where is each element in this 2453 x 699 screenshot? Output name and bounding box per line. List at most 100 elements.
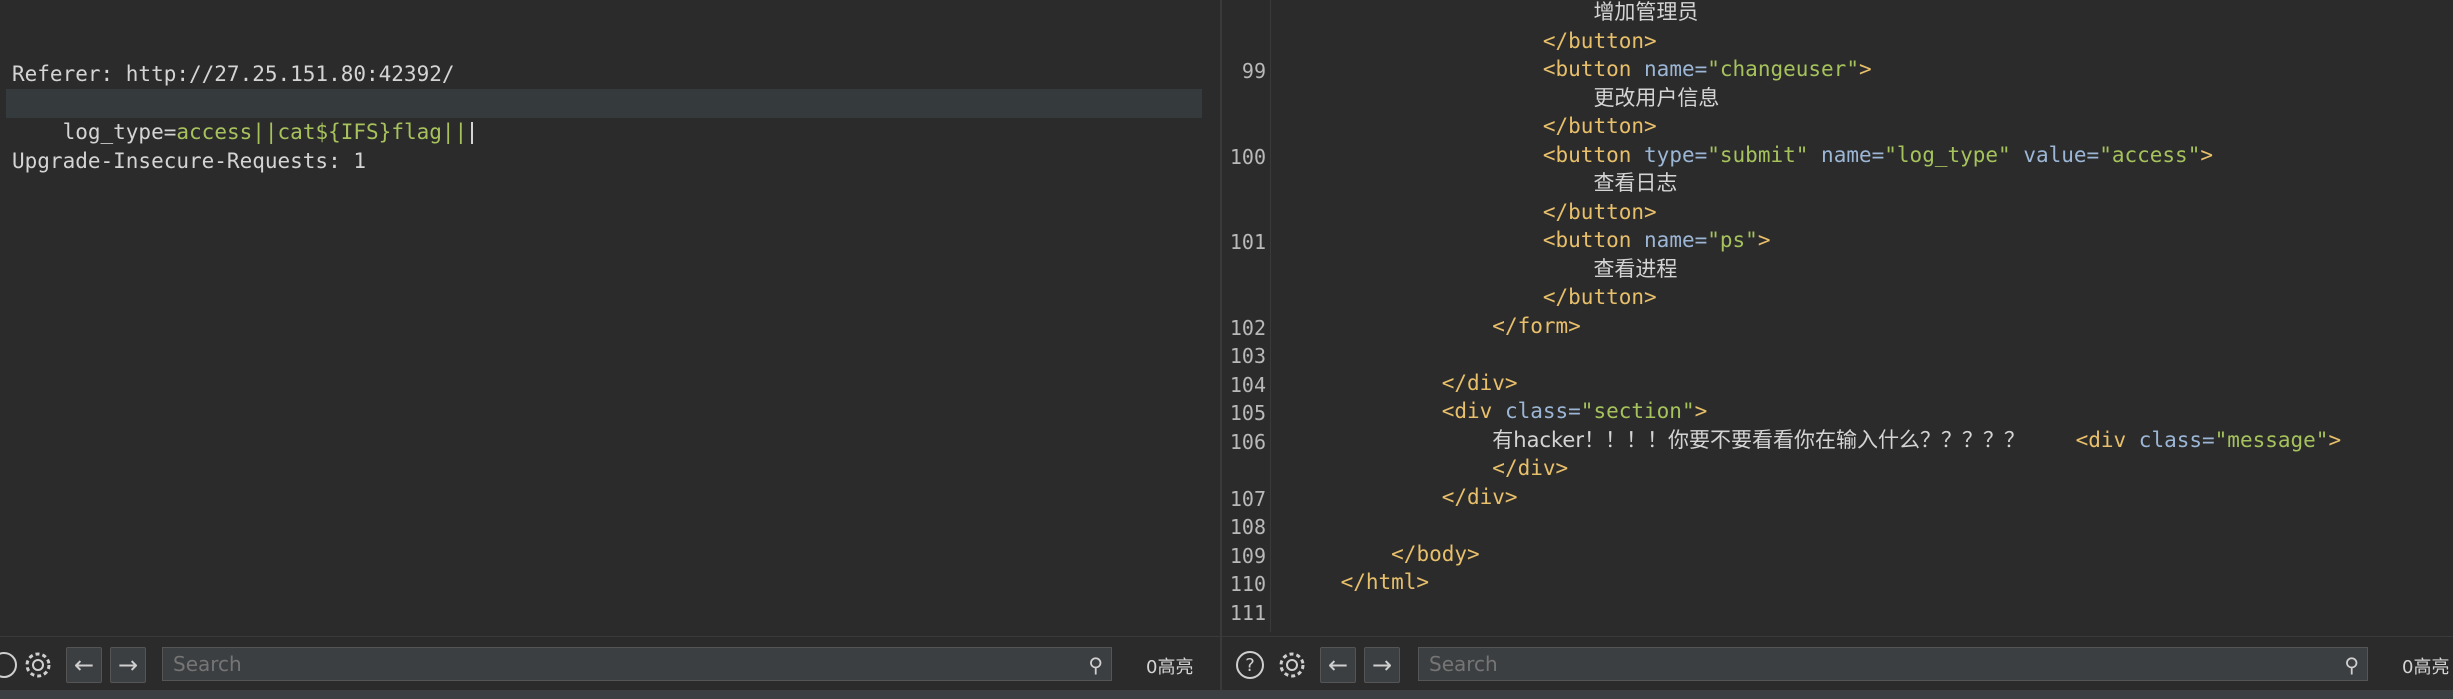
search-icon[interactable]: ⚲ bbox=[2344, 653, 2359, 677]
arrow-right-icon[interactable]: → bbox=[110, 647, 146, 683]
code-line[interactable]: <div class="section"> bbox=[1290, 397, 1708, 426]
code-line[interactable]: </div> bbox=[1290, 483, 1518, 512]
code-token: </button> bbox=[1542, 285, 1657, 309]
search-input[interactable] bbox=[1419, 648, 2367, 680]
search-icon[interactable]: ⚲ bbox=[1088, 653, 1103, 677]
code-line[interactable]: 更改用户信息 bbox=[1290, 84, 1719, 113]
arrow-left-icon[interactable]: ← bbox=[1320, 647, 1356, 683]
code-line[interactable]: </button> bbox=[1290, 27, 1657, 56]
request-line[interactable]: Upgrade-Insecure-Requests: 1 bbox=[12, 147, 455, 176]
code-line[interactable]: </button> bbox=[1290, 198, 1657, 227]
arrow-left-icon[interactable]: ← bbox=[66, 647, 102, 683]
code-token: "message" bbox=[2214, 427, 2329, 452]
code-token: class= bbox=[1504, 399, 1581, 423]
line-number: 104 bbox=[1229, 372, 1266, 397]
line-number: 111 bbox=[1229, 600, 1266, 625]
text-caret bbox=[471, 122, 474, 144]
request-line[interactable]: Referer: http://27.25.151.80:42392/ bbox=[12, 60, 455, 89]
search-field[interactable]: ⚲ bbox=[1418, 647, 2368, 681]
code-token: "submit" bbox=[1707, 142, 1822, 167]
request-headers[interactable]: Referer: http://27.25.151.80:42392/ Upgr… bbox=[12, 2, 455, 321]
highlight-count: 0高亮 bbox=[2402, 657, 2450, 678]
code-line[interactable]: <button type="submit" name="log_type" va… bbox=[1290, 141, 2213, 170]
code-line[interactable]: 查看进程 bbox=[1290, 255, 1677, 284]
line-number: 105 bbox=[1229, 401, 1266, 425]
line-number: 106 bbox=[1229, 429, 1266, 454]
line-number: 103 bbox=[1229, 344, 1266, 368]
code-line[interactable]: </html> bbox=[1290, 568, 1430, 597]
code-token: 查看进程 bbox=[1593, 256, 1678, 281]
request-pane: Referer: http://27.25.151.80:42392/ Upgr… bbox=[0, 0, 1222, 699]
request-toolbar: ← → ⚲ 0高亮 bbox=[0, 636, 1220, 691]
line-number: 102 bbox=[1229, 315, 1266, 340]
code-token: name= bbox=[1821, 142, 1885, 167]
response-toolbar: ? ← → ⚲ 0高亮 bbox=[1222, 636, 2453, 691]
line-number: 101 bbox=[1229, 230, 1266, 254]
request-line[interactable] bbox=[12, 234, 455, 263]
code-line[interactable]: </div> bbox=[1290, 454, 1568, 483]
code-token: > bbox=[1694, 399, 1708, 423]
code-token: type= bbox=[1644, 142, 1708, 167]
code-token: name= bbox=[1644, 228, 1708, 252]
code-token: <button bbox=[1542, 228, 1645, 252]
code-token: "access" bbox=[2099, 142, 2201, 167]
code-token: </html> bbox=[1340, 570, 1430, 594]
code-line[interactable]: </div> bbox=[1290, 369, 1518, 398]
code-line[interactable]: 查看日志 bbox=[1290, 169, 1677, 198]
code-line[interactable]: </form> bbox=[1290, 312, 1581, 341]
code-token: > bbox=[1858, 57, 1872, 81]
code-token: name= bbox=[1644, 57, 1708, 81]
param-value: access||cat${IFS}flag|| bbox=[176, 120, 468, 144]
code-line[interactable]: <button name="changeuser"> bbox=[1290, 55, 1872, 84]
code-token: "log_type" bbox=[1884, 142, 2024, 167]
code-token: > bbox=[1757, 228, 1771, 252]
code-token: 更改用户信息 bbox=[1593, 85, 1720, 110]
param-equals: = bbox=[163, 120, 177, 144]
line-number: 100 bbox=[1229, 144, 1266, 169]
code-token: <div bbox=[2075, 427, 2139, 452]
line-number: 99 bbox=[1241, 59, 1266, 83]
code-line[interactable]: </body> bbox=[1290, 540, 1480, 569]
code-line[interactable]: <button name="ps"> bbox=[1290, 226, 1771, 255]
search-input[interactable] bbox=[163, 648, 1111, 680]
gear-icon[interactable] bbox=[1274, 647, 1310, 683]
code-token: > bbox=[2200, 142, 2214, 167]
response-pane: 增加管理员 </button> 99 <button name="changeus… bbox=[1222, 0, 2453, 699]
code-line[interactable]: 有hacker！！！！你要不要看看你在输入什么？？？？？ <div class=… bbox=[1290, 426, 2341, 455]
help-icon[interactable] bbox=[0, 647, 22, 683]
code-line[interactable]: </button> bbox=[1290, 112, 1657, 141]
code-line[interactable]: 增加管理员 bbox=[1290, 0, 1698, 27]
code-token: 增加管理员 bbox=[1593, 0, 1699, 24]
code-token: </div> bbox=[1441, 484, 1518, 509]
code-line[interactable]: </button> bbox=[1290, 283, 1657, 312]
search-field[interactable]: ⚲ bbox=[162, 647, 1112, 681]
line-number: 109 bbox=[1229, 543, 1266, 568]
code-token: </div> bbox=[1441, 370, 1518, 395]
line-number: 107 bbox=[1229, 486, 1266, 511]
code-token: 查看日志 bbox=[1593, 171, 1678, 195]
line-number: 108 bbox=[1229, 515, 1266, 539]
line-number: 110 bbox=[1229, 572, 1266, 596]
help-icon[interactable]: ? bbox=[1232, 647, 1268, 683]
arrow-right-icon[interactable]: → bbox=[1364, 647, 1400, 683]
gear-icon[interactable] bbox=[20, 647, 56, 683]
svg-text:?: ? bbox=[1245, 655, 1255, 676]
code-token: </div> bbox=[1492, 456, 1569, 480]
request-body-line[interactable]: log_type=access||cat${IFS}flag|| bbox=[6, 89, 1202, 144]
code-token: <button bbox=[1542, 57, 1645, 81]
